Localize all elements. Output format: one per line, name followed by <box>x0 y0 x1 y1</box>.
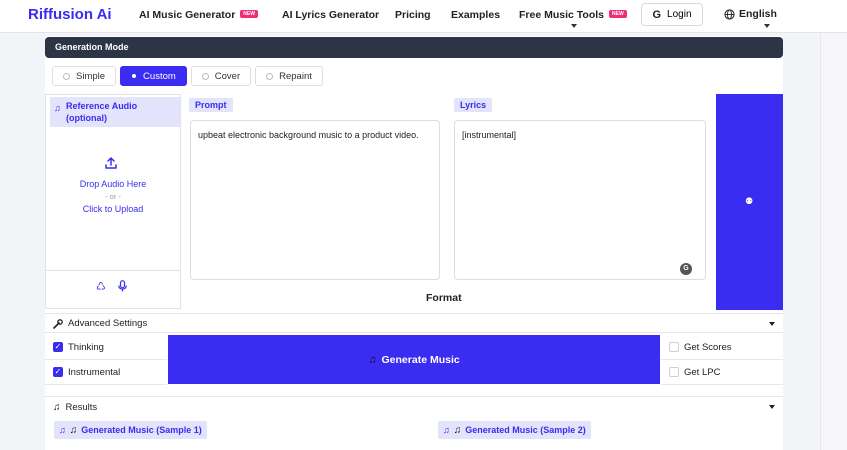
top-navigation: Riffusion Ai AI Music Generator NEW AI Ly… <box>0 0 847 33</box>
radio-icon <box>132 74 137 78</box>
side-action-panel[interactable]: ⚉ <box>716 94 783 310</box>
chevron-down-icon <box>769 322 775 326</box>
format-label: Format <box>426 292 462 304</box>
advanced-settings-label: Advanced Settings <box>68 318 148 329</box>
microphone-icon[interactable] <box>118 280 127 292</box>
radio-icon <box>201 72 209 80</box>
generate-music-button[interactable]: ♫ Generate Music <box>168 335 660 384</box>
music-note-icon: ♫ <box>53 402 61 413</box>
checkbox-checked-icon[interactable]: ✓ <box>53 367 63 377</box>
checkbox-checked-icon[interactable]: ✓ <box>53 342 63 352</box>
google-icon: G <box>652 8 662 21</box>
nav-ai-lyrics-generator[interactable]: AI Lyrics Generator <box>282 9 379 21</box>
sample-2-label: ♫ ♫ Generated Music (Sample 2) <box>438 421 591 439</box>
chevron-down-icon <box>764 24 770 28</box>
radio-icon <box>63 72 70 80</box>
nav-pricing[interactable]: Pricing <box>395 9 431 21</box>
mode-simple[interactable]: Simple <box>52 66 117 86</box>
chevron-down-icon <box>769 405 775 409</box>
radio-icon <box>266 72 274 80</box>
nav-free-music-tools[interactable]: Free Music Tools NEW <box>519 9 627 21</box>
music-note-icon: ♫ <box>368 353 377 366</box>
sample-1-label: ♫ ♫ Generated Music (Sample 1) <box>54 421 207 439</box>
option-instrumental[interactable]: ✓ Instrumental <box>45 361 167 385</box>
grammarly-icon[interactable]: G <box>680 263 692 275</box>
mode-cover[interactable]: Cover <box>190 66 252 86</box>
music-note-icon: ♫ <box>453 424 462 436</box>
chevron-down-icon <box>571 24 577 28</box>
option-thinking[interactable]: ✓ Thinking <box>45 336 167 360</box>
music-note-icon: ♫ <box>69 424 78 436</box>
globe-icon <box>724 8 735 20</box>
wrench-icon <box>53 318 63 329</box>
music-note-icon: ♫ <box>54 103 61 113</box>
upload-instructions[interactable]: Drop Audio Here - or - Click to Upload <box>45 178 181 216</box>
language-selector[interactable]: English <box>724 8 777 20</box>
new-badge: NEW <box>240 10 258 18</box>
mode-selector: Simple Custom Cover Repaint <box>52 66 323 86</box>
option-get-lpc[interactable]: Get LPC <box>661 361 783 385</box>
music-note-icon: ♫ <box>443 425 450 435</box>
brand-logo[interactable]: Riffusion Ai <box>28 6 112 23</box>
mode-custom[interactable]: Custom <box>120 66 187 86</box>
login-button[interactable]: G Login <box>641 3 703 26</box>
dice-icon[interactable]: ⚉ <box>745 196 753 207</box>
music-note-icon: ♫ <box>59 425 66 435</box>
prompt-label: Prompt <box>189 98 233 112</box>
recycle-icon[interactable]: ♺ <box>96 280 106 293</box>
nav-ai-music-generator[interactable]: AI Music Generator NEW <box>139 9 258 21</box>
advanced-settings-toggle[interactable]: Advanced Settings <box>45 313 783 333</box>
results-toggle[interactable]: ♫ Results <box>45 396 783 418</box>
new-badge: NEW <box>609 10 627 18</box>
checkbox-unchecked-icon[interactable] <box>669 342 679 352</box>
generation-mode-header: Generation Mode <box>45 37 783 58</box>
mode-repaint[interactable]: Repaint <box>255 66 323 86</box>
audio-source-tools: ♺ <box>45 270 181 309</box>
prompt-input[interactable]: upbeat electronic background music to a … <box>190 120 440 280</box>
checkbox-unchecked-icon[interactable] <box>669 367 679 377</box>
reference-audio-label: ♫ Reference Audio (optional) <box>50 97 180 127</box>
option-get-scores[interactable]: Get Scores <box>661 336 783 360</box>
lyrics-input[interactable]: [instrumental] <box>454 120 706 280</box>
page-scrollbar[interactable] <box>820 33 847 450</box>
nav-examples[interactable]: Examples <box>451 9 500 21</box>
upload-icon[interactable] <box>104 156 118 170</box>
lyrics-label: Lyrics <box>454 98 493 112</box>
results-label: Results <box>65 402 98 413</box>
